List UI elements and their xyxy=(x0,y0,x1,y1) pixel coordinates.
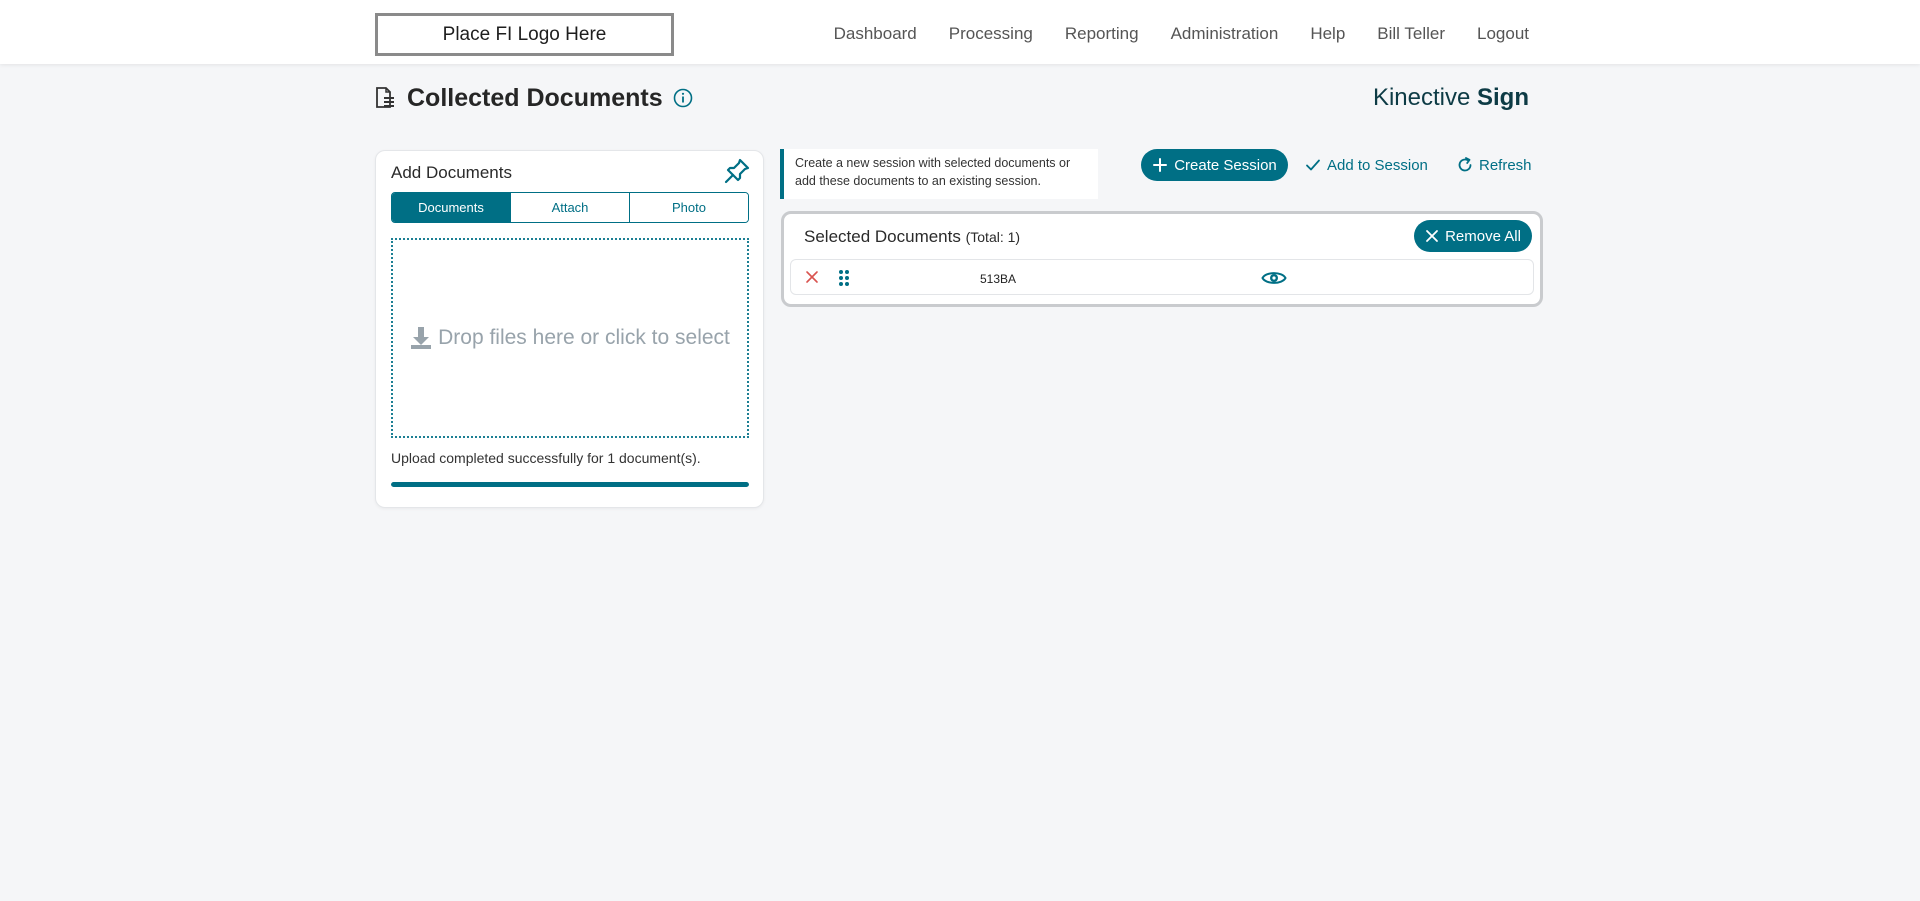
top-navbar: Place FI Logo Here Dashboard Processing … xyxy=(0,0,1920,64)
product-brand: Kinective Sign xyxy=(1373,84,1529,112)
nav-dashboard[interactable]: Dashboard xyxy=(834,24,917,44)
drag-handle-icon[interactable] xyxy=(838,269,850,287)
info-icon[interactable] xyxy=(673,88,693,108)
tab-photo[interactable]: Photo xyxy=(630,193,748,222)
remove-all-button[interactable]: Remove All xyxy=(1414,220,1532,252)
document-name: 513BA xyxy=(980,272,1017,286)
dropzone-text: Drop files here or click to select xyxy=(438,326,730,349)
refresh-label: Refresh xyxy=(1479,156,1532,174)
nav-reporting[interactable]: Reporting xyxy=(1065,24,1139,44)
nav-processing[interactable]: Processing xyxy=(949,24,1033,44)
add-to-session-label: Add to Session xyxy=(1327,156,1428,174)
eye-icon[interactable] xyxy=(1261,268,1287,288)
brand-name: Kinective xyxy=(1372,84,1471,111)
selected-documents-title: Selected Documents (Total: 1) xyxy=(804,227,1020,247)
check-icon xyxy=(1306,159,1320,171)
add-documents-card: Add Documents Documents Attach Photo Dro… xyxy=(375,150,764,508)
document-row: 513BA xyxy=(790,259,1534,295)
document-icon xyxy=(376,87,394,108)
create-session-button[interactable]: Create Session xyxy=(1141,149,1288,181)
selected-documents-total: (Total: 1) xyxy=(965,229,1021,245)
selected-documents-panel: Selected Documents (Total: 1) Remove All… xyxy=(781,211,1543,307)
close-icon xyxy=(1426,230,1438,242)
upload-mode-tabs: Documents Attach Photo xyxy=(391,192,749,223)
upload-progress-fill xyxy=(391,482,749,487)
create-session-label: Create Session xyxy=(1174,156,1277,174)
tab-documents[interactable]: Documents xyxy=(392,193,511,222)
institution-logo[interactable]: Place FI Logo Here xyxy=(375,13,674,56)
remove-document-icon[interactable] xyxy=(805,270,819,284)
refresh-icon xyxy=(1458,157,1472,172)
selected-documents-heading: Selected Documents xyxy=(804,227,961,246)
add-documents-title: Add Documents xyxy=(391,163,512,182)
upload-status-text: Upload completed successfully for 1 docu… xyxy=(391,450,701,466)
file-dropzone[interactable]: Drop files here or click to select xyxy=(391,238,749,438)
session-info-note: Create a new session with selected docum… xyxy=(780,149,1098,199)
pin-icon[interactable] xyxy=(723,157,751,185)
add-to-session-button[interactable]: Add to Session xyxy=(1305,149,1428,181)
brand-product: Sign xyxy=(1477,84,1529,111)
nav-administration[interactable]: Administration xyxy=(1171,24,1279,44)
page-title: Collected Documents xyxy=(407,83,663,112)
download-icon xyxy=(411,327,432,349)
nav-help[interactable]: Help xyxy=(1310,24,1345,44)
nav-user-menu[interactable]: Bill Teller xyxy=(1377,24,1445,44)
plus-icon xyxy=(1153,158,1168,172)
nav-logout[interactable]: Logout xyxy=(1477,24,1529,44)
page-header: Collected Documents xyxy=(375,82,693,114)
refresh-button[interactable]: Refresh xyxy=(1457,149,1532,181)
main-nav: Dashboard Processing Reporting Administr… xyxy=(834,0,1529,68)
upload-progress-bar xyxy=(391,482,749,487)
tab-attach[interactable]: Attach xyxy=(511,193,630,222)
remove-all-label: Remove All xyxy=(1445,227,1521,245)
